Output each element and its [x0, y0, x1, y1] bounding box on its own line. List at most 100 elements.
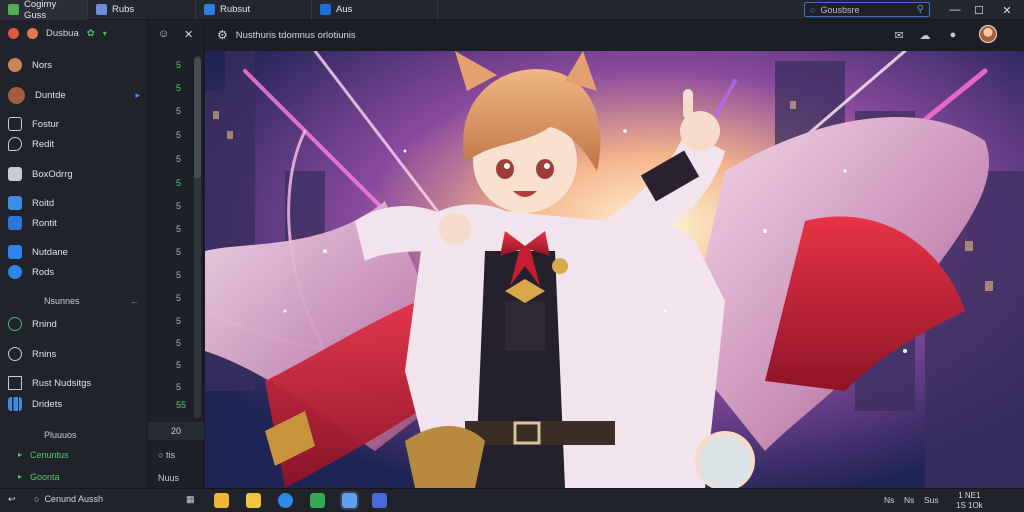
- sidebar-item-nors[interactable]: Nors: [8, 56, 140, 74]
- list-number[interactable]: 5: [176, 60, 181, 70]
- list-number[interactable]: 5: [176, 382, 181, 392]
- list-footer-item[interactable]: ○ tis: [158, 450, 175, 460]
- tray-item[interactable]: Sus: [924, 495, 939, 505]
- user-search-icon[interactable]: ☺: [158, 28, 169, 40]
- cloud-icon[interactable]: ☁: [917, 27, 933, 43]
- scrollbar-thumb[interactable]: [194, 58, 201, 178]
- list-number[interactable]: 55: [176, 400, 186, 410]
- search-input[interactable]: ○ Gousbsre ⚲: [804, 2, 930, 17]
- list-number[interactable]: 5: [176, 106, 181, 116]
- app-logo-icon: [8, 4, 19, 15]
- list-number[interactable]: 5: [176, 178, 181, 188]
- comment-icon[interactable]: ✉: [891, 27, 907, 43]
- tray-item[interactable]: Ns: [904, 495, 914, 505]
- list-number[interactable]: 5: [176, 293, 181, 303]
- title-bar: Cogimy Guss Rubs Rubsut Aus ○ Gousbsre ⚲…: [0, 0, 1024, 21]
- footer-label: tis: [165, 450, 175, 460]
- box-icon: [8, 167, 22, 181]
- search-icon[interactable]: ⚲: [917, 4, 924, 15]
- tab-aus[interactable]: Aus: [312, 0, 438, 20]
- back-button[interactable]: ↩: [8, 494, 16, 505]
- taskbar-folder-icon[interactable]: [214, 493, 229, 508]
- account-avatar-icon: [27, 28, 38, 39]
- clock[interactable]: 1 NE1 1S 1Ok: [956, 491, 983, 511]
- settings-icon[interactable]: ⚙: [217, 28, 228, 42]
- anime-artwork-image: [205, 51, 1024, 488]
- status-icon: ○: [34, 494, 40, 504]
- sidebar-item-label: Rnind: [32, 318, 57, 330]
- taskbar-app-icon[interactable]: [372, 493, 387, 508]
- maximize-button[interactable]: ☐: [968, 0, 990, 20]
- sidebar-item-rontit[interactable]: Rontit: [8, 214, 140, 232]
- search-prefix-icon: ○: [810, 4, 816, 15]
- list-number[interactable]: 5: [176, 270, 181, 280]
- list-number[interactable]: 5: [176, 247, 181, 257]
- list-column: ☺ ✕ 5 5 5 5 5 5 5 5 5 5 5 5 5 5 5 55 20 ○ tis Nuus: [148, 20, 204, 488]
- account-switcher[interactable]: Dusbua ✿ ▾: [8, 28, 107, 39]
- sidebar-item-nutdane[interactable]: Nutdane: [8, 243, 140, 261]
- sidebar-item-label: Rust Nudsitgs: [32, 377, 92, 389]
- sidebar-item-fostur[interactable]: Fostur: [8, 115, 140, 133]
- document-icon: [96, 4, 107, 15]
- sidebar-item-label: Nors: [32, 59, 53, 71]
- chat-icon: [8, 137, 22, 151]
- sidebar-item-duntde[interactable]: Duntde ▸: [8, 86, 140, 104]
- list-number[interactable]: 5: [176, 316, 181, 326]
- sidebar-item-rnins[interactable]: Rnins: [8, 345, 140, 363]
- cube-icon: [8, 196, 22, 210]
- record-icon[interactable]: ●: [945, 27, 961, 43]
- collapse-icon[interactable]: ✕: [184, 28, 193, 41]
- sidebar-item-boxodrrg[interactable]: BoxOdrrg: [8, 165, 140, 183]
- footer-label: Nuus: [158, 473, 180, 483]
- taskbar-active-app-icon[interactable]: [340, 491, 359, 510]
- sidebar-item-rods[interactable]: Rods: [8, 263, 140, 281]
- list-number[interactable]: 5: [176, 338, 181, 348]
- section-header-pluuuos[interactable]: Pluuuos: [44, 430, 77, 440]
- avatar-icon: [8, 86, 25, 104]
- close-button[interactable]: ✕: [996, 0, 1018, 20]
- tab-app-home[interactable]: Cogimy Guss: [0, 0, 88, 21]
- sidebar: Dusbua ✿ ▾ Nors Duntde ▸ Fostur Redit Bo…: [0, 20, 148, 488]
- taskbar-app-icon[interactable]: [246, 493, 261, 508]
- avatar[interactable]: [979, 25, 997, 43]
- status-item[interactable]: ○ Cenund Aussh: [34, 494, 103, 504]
- sidebar-item-label: Roitd: [32, 197, 55, 209]
- list-number[interactable]: 5: [176, 83, 181, 93]
- sidebar-subitem-cenuntus[interactable]: Cenuntus: [18, 450, 68, 460]
- tab-rubs[interactable]: Rubs: [88, 0, 196, 20]
- search-placeholder: Gousbsre: [820, 4, 860, 15]
- sidebar-item-label: Redit: [32, 138, 55, 150]
- list-number[interactable]: 5: [176, 130, 181, 140]
- list-number[interactable]: 5: [176, 360, 181, 370]
- tray-item[interactable]: Ns: [884, 495, 894, 505]
- list-number[interactable]: 5: [176, 224, 181, 234]
- chart-icon: [8, 397, 22, 411]
- sidebar-item-roitd[interactable]: Roitd: [8, 194, 140, 212]
- breadcrumb-text: Nusthuris tdomnus orlotiunis: [235, 29, 356, 41]
- sidebar-item-redit[interactable]: Redit: [8, 135, 140, 153]
- section-header-nsunnes[interactable]: Nsunnes ←: [44, 296, 139, 306]
- tab-label: Rubsut: [220, 4, 251, 15]
- sidebar-item-rnind[interactable]: Rnind: [8, 315, 140, 333]
- scrollbar[interactable]: [194, 56, 201, 418]
- taskbar-browser-icon[interactable]: [278, 493, 293, 508]
- sidebar-item-rust-nudsitgs[interactable]: Rust Nudsitgs: [8, 374, 140, 392]
- sidebar-item-label: Nutdane: [32, 246, 68, 258]
- list-number[interactable]: 5: [176, 201, 181, 211]
- bag-icon: [8, 216, 22, 230]
- sidebar-subitem-goonta[interactable]: Goonta: [18, 472, 59, 482]
- sidebar-item-label: Rontit: [32, 217, 57, 229]
- taskbar-app-icon[interactable]: [310, 493, 325, 508]
- list-number[interactable]: 5: [176, 154, 181, 164]
- monitor-icon: [8, 376, 22, 390]
- sidebar-item-dridets[interactable]: Dridets: [8, 395, 140, 413]
- main-panel: ⚙ Nusthuris tdomnus orlotiunis ✉ ☁ ●: [205, 20, 1024, 488]
- list-footer-item[interactable]: Nuus: [158, 473, 179, 483]
- expand-icon: ←: [130, 296, 139, 306]
- tab-label: Rubs: [112, 4, 135, 15]
- pager[interactable]: 20: [148, 422, 204, 440]
- layout-toggle[interactable]: ▦: [186, 494, 195, 505]
- minimize-button[interactable]: —: [944, 0, 966, 20]
- tab-label: Aus: [336, 4, 353, 15]
- tab-rubsut[interactable]: Rubsut: [196, 0, 312, 20]
